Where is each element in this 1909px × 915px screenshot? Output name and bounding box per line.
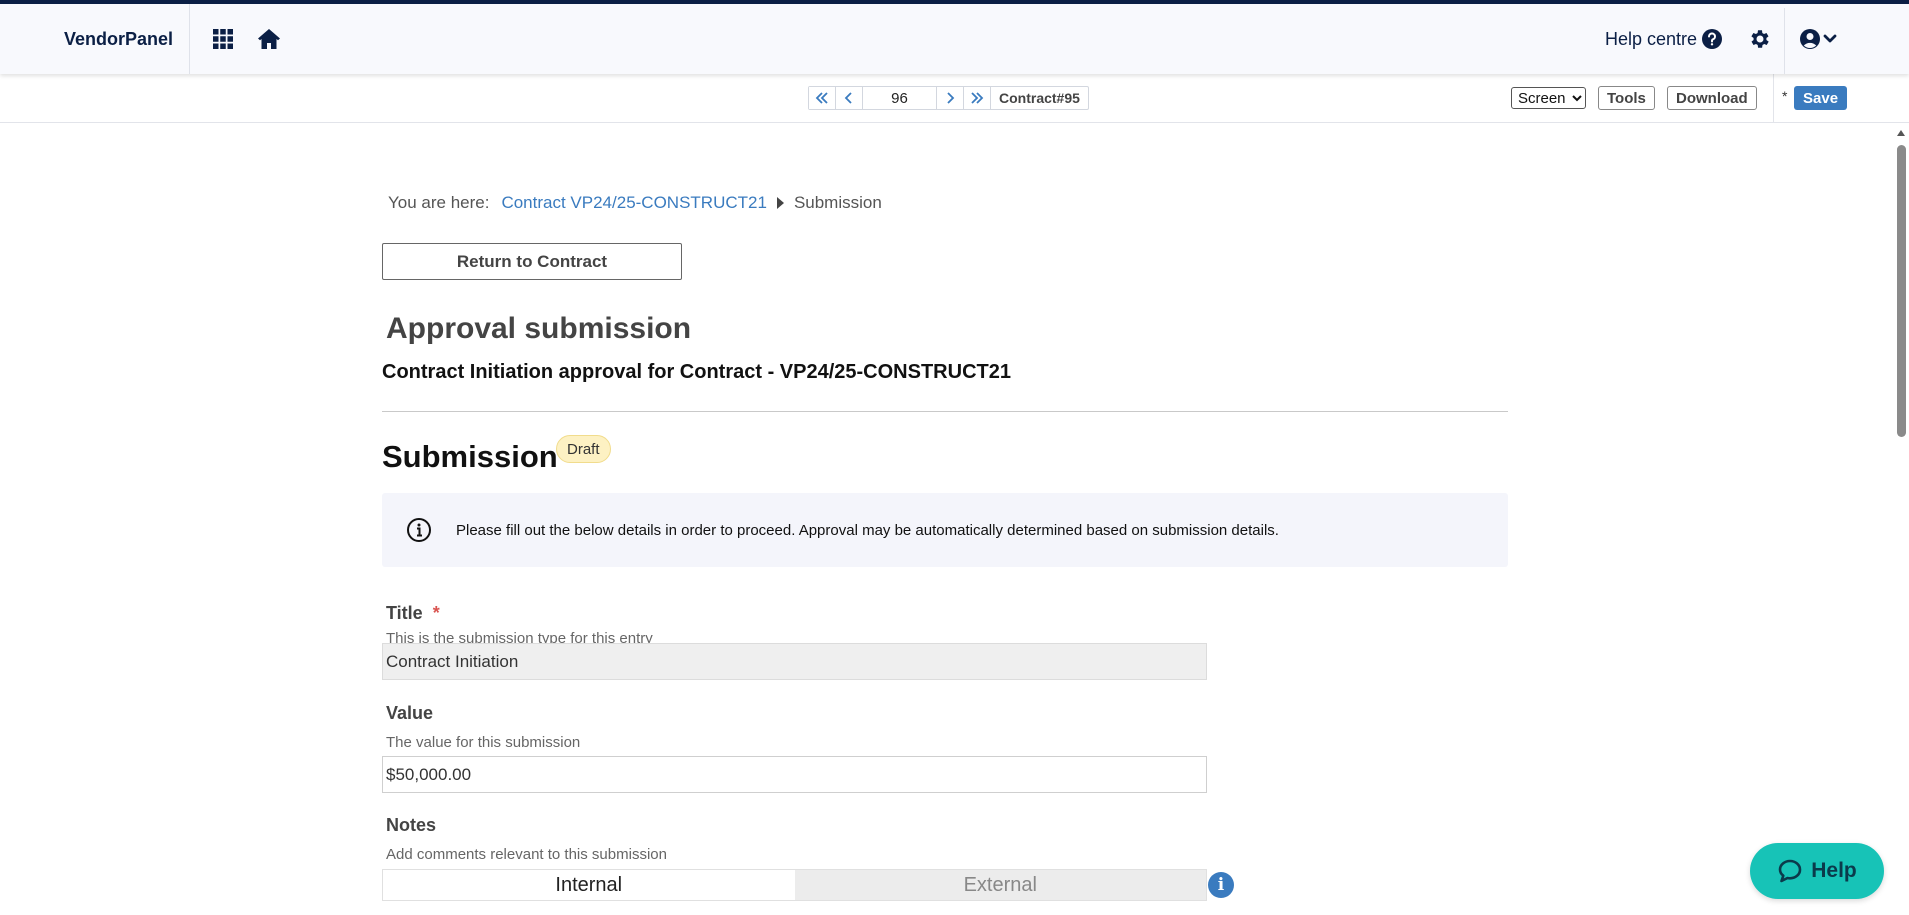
breadcrumb-contract-link[interactable]: Contract VP24/25-CONSTRUCT21 [501, 193, 766, 213]
contract-id-label: Contract#95 [999, 90, 1080, 106]
page-title: Approval submission [386, 312, 692, 345]
chevron-left-icon [844, 92, 852, 104]
double-chevron-left-icon [815, 92, 828, 104]
info-message: Please fill out the below details in ord… [456, 521, 1279, 539]
notes-field-help: Add comments relevant to this submission [386, 846, 667, 863]
value-field-label: Value [386, 703, 434, 723]
download-button[interactable]: Download [1667, 86, 1757, 110]
save-button[interactable]: Save [1794, 86, 1848, 110]
double-chevron-right-icon [971, 92, 984, 104]
breadcrumb: You are here: Contract VP24/25-CONSTRUCT… [388, 193, 882, 213]
brand-logo[interactable]: VendorPanel [0, 4, 190, 74]
apps-grid-icon[interactable] [211, 27, 235, 51]
chevron-right-icon [947, 92, 955, 104]
notes-info-icon[interactable]: i [1208, 872, 1234, 898]
last-record-button[interactable] [964, 87, 991, 109]
view-mode-select[interactable]: Screen [1511, 87, 1586, 109]
breadcrumb-label: You are here: [388, 193, 490, 212]
required-marker: * [432, 603, 440, 623]
value-field-help: The value for this submission [386, 734, 581, 751]
info-banner: Please fill out the below details in ord… [382, 493, 1508, 567]
page-number-input[interactable] [863, 87, 937, 109]
chevron-down-icon [1823, 34, 1837, 43]
user-menu-button[interactable] [1800, 27, 1838, 51]
notes-tabs: Internal External [382, 869, 1207, 901]
record-toolbar: Contract#95 Screen Tools Download * Save [0, 74, 1909, 123]
home-icon[interactable] [257, 27, 281, 51]
notes-field-label: Notes [386, 815, 437, 835]
section-title: Submission [382, 439, 558, 474]
title-field-label: Title * [386, 603, 440, 624]
breadcrumb-separator-icon [776, 197, 784, 209]
nav-divider [1784, 8, 1785, 74]
previous-record-button[interactable] [836, 87, 863, 109]
top-nav-bar: VendorPanel Help centre [0, 0, 1909, 74]
breadcrumb-current: Submission [793, 193, 882, 212]
toolbar-divider [1773, 74, 1774, 122]
chat-bubble-icon [1778, 859, 1802, 883]
next-record-button[interactable] [937, 87, 964, 109]
help-centre-label: Help centre [1605, 28, 1698, 49]
first-record-button[interactable] [809, 87, 836, 109]
tab-internal[interactable]: Internal [383, 870, 795, 900]
help-centre-link[interactable]: Help centre [1605, 26, 1723, 52]
value-field[interactable] [382, 756, 1207, 793]
tools-button[interactable]: Tools [1598, 86, 1655, 110]
status-badge: Draft [556, 435, 611, 463]
gear-icon[interactable] [1748, 27, 1772, 51]
scroll-up-arrow-icon[interactable] [1897, 130, 1905, 136]
return-to-contract-button[interactable]: Return to Contract [382, 243, 682, 280]
page-subtitle: Contract Initiation approval for Contrac… [382, 361, 1011, 383]
help-chat-button[interactable]: Help [1750, 843, 1884, 899]
info-circle-icon [407, 518, 431, 542]
help-chat-label: Help [1811, 859, 1857, 882]
unsaved-marker: * [1782, 88, 1788, 104]
question-circle-icon [1702, 29, 1723, 49]
title-field[interactable] [382, 643, 1207, 680]
tab-external[interactable]: External [794, 870, 1206, 900]
user-circle-icon [1800, 29, 1820, 49]
record-pager: Contract#95 [808, 86, 1089, 110]
section-divider [382, 411, 1508, 412]
title-label-text: Title [386, 603, 423, 623]
scrollbar-thumb[interactable] [1897, 145, 1906, 437]
